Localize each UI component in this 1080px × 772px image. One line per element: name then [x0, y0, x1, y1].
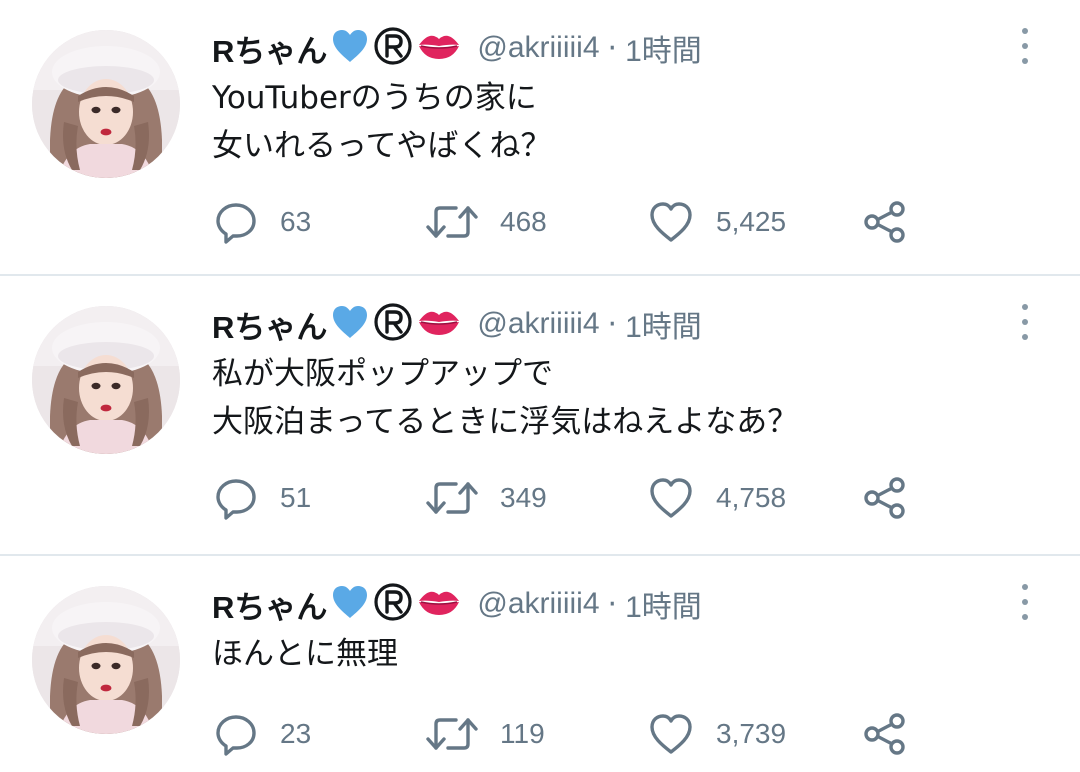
share-icon — [862, 199, 908, 245]
separator: · — [607, 586, 618, 622]
tweet-text-line: ほんとに無理 — [212, 636, 398, 672]
share-icon — [862, 711, 908, 757]
reply-button[interactable]: 23 — [214, 710, 311, 758]
reply-count: 51 — [280, 482, 312, 513]
registered-icon — [373, 302, 413, 346]
retweet-icon — [426, 200, 478, 244]
reply-count: 23 — [280, 718, 312, 749]
retweet-icon — [426, 476, 478, 520]
retweet-button[interactable]: 468 — [426, 198, 547, 246]
tweet-text-line: YouTuberのうちの家に — [212, 80, 537, 116]
share-button[interactable] — [862, 474, 908, 522]
like-count: 3,739 — [716, 718, 787, 749]
tweet[interactable]: Rちゃん @akriiiii4 · 1時間 私が大阪ポップアップで 大阪泊まって… — [0, 276, 1080, 556]
retweet-count: 119 — [500, 718, 545, 749]
more-options-icon[interactable] — [1012, 584, 1038, 620]
registered-icon — [373, 26, 413, 70]
avatar[interactable] — [32, 30, 180, 178]
timestamp[interactable]: 1時間 — [625, 302, 702, 346]
reply-icon — [214, 712, 258, 756]
like-count: 5,425 — [716, 206, 787, 237]
tweet-header: Rちゃん @akriiiii4 · 1時間 — [212, 302, 702, 346]
display-name[interactable]: Rちゃん — [212, 26, 327, 71]
blue-heart-icon — [331, 304, 369, 344]
blue-heart-icon — [331, 584, 369, 624]
tweet[interactable]: Rちゃん @akriiiii4 · 1時間 YouTuberのうちの家に 女いれ… — [0, 0, 1080, 276]
retweet-count: 349 — [500, 482, 547, 513]
user-handle[interactable]: @akriiiii4 — [477, 31, 599, 65]
reply-button[interactable]: 63 — [214, 198, 311, 246]
separator: · — [607, 30, 618, 66]
display-name[interactable]: Rちゃん — [212, 302, 327, 347]
retweet-button[interactable]: 349 — [426, 474, 547, 522]
lips-icon — [417, 30, 461, 66]
tweet-text: YouTuberのうちの家に 女いれるってやばくね？ — [212, 74, 1032, 170]
share-button[interactable] — [862, 710, 908, 758]
share-button[interactable] — [862, 198, 908, 246]
like-button[interactable]: 3,739 — [648, 710, 786, 758]
retweet-icon — [426, 712, 478, 756]
blue-heart-icon — [331, 28, 369, 68]
tweet[interactable]: Rちゃん @akriiiii4 · 1時間 ほんとに無理 23 119 3,73… — [0, 556, 1080, 772]
tweet-text: ほんとに無理 — [212, 630, 1032, 678]
registered-icon — [373, 582, 413, 626]
retweet-count: 468 — [500, 206, 547, 237]
more-options-icon[interactable] — [1012, 304, 1038, 340]
display-name[interactable]: Rちゃん — [212, 582, 327, 627]
reply-icon — [214, 476, 258, 520]
like-icon — [648, 476, 694, 520]
reply-icon — [214, 200, 258, 244]
action-bar: 51 349 4,758 — [212, 474, 932, 522]
tweet-text-line: 大阪泊まってるときに浮気はねえよなあ？ — [212, 404, 799, 440]
tweet-text: 私が大阪ポップアップで 大阪泊まってるときに浮気はねえよなあ？ — [212, 350, 1032, 446]
timestamp[interactable]: 1時間 — [625, 26, 702, 70]
tweet-header: Rちゃん @akriiiii4 · 1時間 — [212, 26, 702, 70]
like-count: 4,758 — [716, 482, 787, 513]
like-button[interactable]: 4,758 — [648, 474, 786, 522]
user-handle[interactable]: @akriiiii4 — [477, 307, 599, 341]
like-icon — [648, 712, 694, 756]
reply-count: 63 — [280, 206, 312, 237]
tweet-text-line: 私が大阪ポップアップで — [212, 356, 553, 392]
more-options-icon[interactable] — [1012, 28, 1038, 64]
timeline: Rちゃん @akriiiii4 · 1時間 YouTuberのうちの家に 女いれ… — [0, 0, 1080, 772]
like-icon — [648, 200, 694, 244]
tweet-header: Rちゃん @akriiiii4 · 1時間 — [212, 582, 702, 626]
reply-button[interactable]: 51 — [214, 474, 311, 522]
avatar[interactable] — [32, 306, 180, 454]
action-bar: 23 119 3,739 — [212, 710, 932, 758]
action-bar: 63 468 5,425 — [212, 198, 932, 246]
like-button[interactable]: 5,425 — [648, 198, 786, 246]
retweet-button[interactable]: 119 — [426, 710, 545, 758]
tweet-text-line: 女いれるってやばくね？ — [212, 128, 552, 164]
user-handle[interactable]: @akriiiii4 — [477, 587, 599, 621]
lips-icon — [417, 306, 461, 342]
share-icon — [862, 475, 908, 521]
lips-icon — [417, 586, 461, 622]
timestamp[interactable]: 1時間 — [625, 582, 702, 626]
avatar[interactable] — [32, 586, 180, 734]
separator: · — [607, 306, 618, 342]
